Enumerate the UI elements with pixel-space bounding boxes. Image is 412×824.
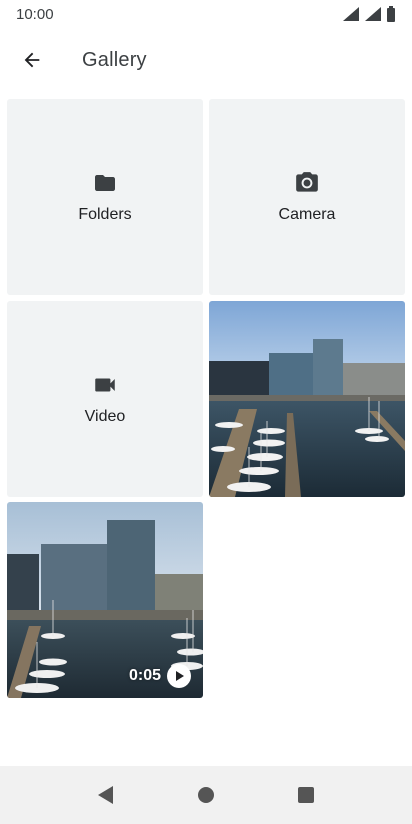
video-overlay: 0:05	[129, 664, 191, 688]
video-tile[interactable]: Video	[7, 301, 203, 497]
status-bar: 10:00	[0, 0, 412, 28]
folders-tile[interactable]: Folders	[7, 99, 203, 295]
nav-back-button[interactable]	[88, 777, 124, 813]
battery-icon	[387, 6, 395, 22]
marina-photo	[209, 301, 405, 497]
app-bar: Gallery	[0, 30, 412, 90]
camera-tile[interactable]: Camera	[209, 99, 405, 295]
square-recents-icon	[298, 787, 314, 803]
wifi-signal-icon	[343, 7, 359, 21]
system-nav-bar	[0, 766, 412, 824]
triangle-back-icon	[98, 786, 113, 804]
status-time: 10:00	[16, 5, 54, 23]
cell-signal-icon	[365, 7, 381, 21]
nav-recents-button[interactable]	[288, 777, 324, 813]
status-icons	[342, 6, 396, 22]
video-label: Video	[84, 408, 126, 425]
nav-home-button[interactable]	[188, 777, 224, 813]
circle-home-icon	[198, 787, 214, 803]
arrow-back-icon	[24, 52, 40, 68]
play-icon	[167, 664, 191, 688]
folders-label: Folders	[78, 206, 132, 223]
page-title: Gallery	[82, 48, 147, 71]
camera-label: Camera	[278, 206, 336, 223]
videocam-icon	[92, 372, 118, 398]
video-duration: 0:05	[128, 667, 161, 684]
camera-icon	[294, 170, 320, 196]
folder-icon	[92, 170, 118, 196]
video-thumbnail[interactable]: 0:05	[7, 502, 203, 698]
back-button[interactable]	[0, 30, 64, 90]
photo-thumbnail[interactable]	[209, 301, 405, 497]
